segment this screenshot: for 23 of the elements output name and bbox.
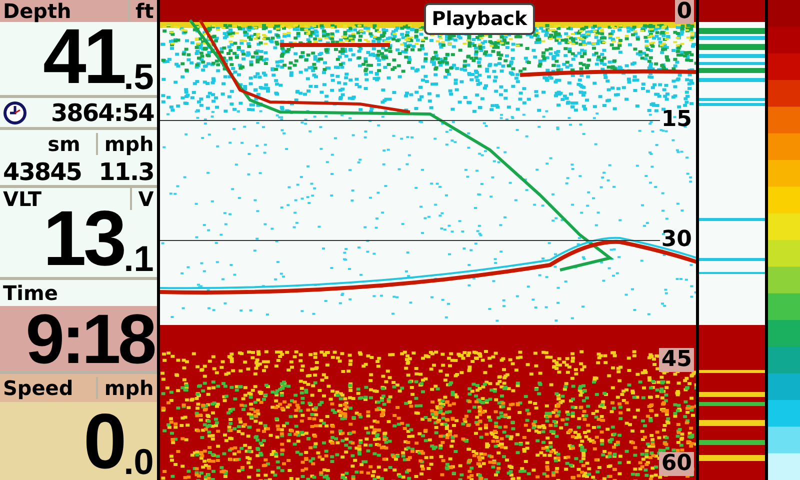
depth-unit: ft — [128, 0, 154, 22]
average-speed-value: 11.3 — [98, 158, 154, 186]
playback-badge: Playback — [424, 3, 536, 35]
time-value: 9:18 — [26, 304, 154, 374]
depth-scale-label: 0 — [674, 0, 694, 24]
voltage-unit: V — [130, 188, 154, 210]
depth-scale-label: 15 — [660, 108, 693, 132]
distance-unit: sm — [48, 133, 80, 155]
depth-scale-label: 45 — [659, 348, 694, 372]
depth-scale-label: 60 — [659, 452, 694, 476]
speed-unit: mph — [96, 133, 154, 155]
speed-unit: mph — [96, 377, 154, 399]
time-label: Time — [3, 282, 58, 304]
speed-label: Speed — [3, 377, 74, 399]
depth-decimal: .5 — [124, 59, 154, 95]
voltage-value: 13 — [42, 199, 124, 277]
speed-value: 0 — [83, 402, 124, 480]
timer-value: 3864:54 — [50, 98, 154, 126]
speed-decimal: .0 — [124, 444, 154, 480]
distance-value: 43845 — [3, 158, 82, 186]
voltage-decimal: .1 — [124, 241, 154, 277]
depth-scale-label: 30 — [660, 228, 693, 252]
voltage-label: VLT — [3, 188, 42, 210]
